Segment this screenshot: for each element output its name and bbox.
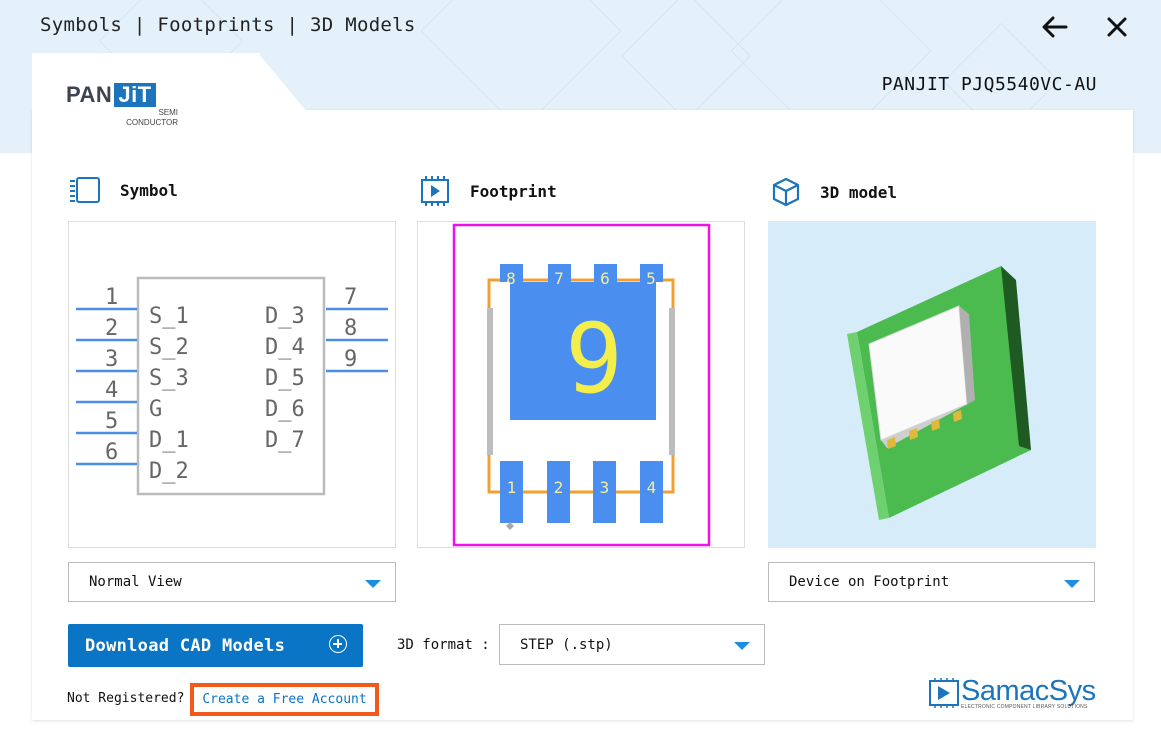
model-render <box>847 266 1031 520</box>
model-heading: 3D model <box>770 176 897 208</box>
footprint-pad-number: 5 <box>646 269 656 288</box>
footprint-pad-number: 7 <box>554 269 564 288</box>
chip-icon <box>70 177 100 203</box>
symbol-pin-number: 9 <box>344 347 357 372</box>
page-title: Symbols | Footprints | 3D Models <box>40 14 416 36</box>
symbol-pin-label: D_3 <box>265 304 305 329</box>
footprint-pad-number: 3 <box>600 478 610 497</box>
brand-tab-slope <box>258 53 308 113</box>
footprint-icon <box>421 176 449 206</box>
footprint-heading-label: Footprint <box>470 181 557 201</box>
symbol-pin-number: 7 <box>344 285 357 310</box>
create-account-label: Create a Free Account <box>202 692 367 707</box>
symbol-view-select[interactable]: Normal View <box>68 562 396 602</box>
samacsys-icon <box>929 678 959 708</box>
center-pad-label: 9 <box>565 303 623 415</box>
silkscreen-left <box>487 308 493 455</box>
chevron-down-icon <box>1064 580 1080 588</box>
model-view-select[interactable]: Device on Footprint <box>768 562 1095 602</box>
symbol-pin-number: 1 <box>105 285 118 310</box>
model-heading-label: 3D model <box>820 182 898 202</box>
part-name: PANJIT PJQ5540VC-AU <box>881 74 1097 95</box>
symbol-preview: 1 2 3 4 5 6 S_1 S_2 S_3 G D_1 D_2 7 8 9 D_3 D_4 D_5 D_6 D_… <box>68 221 396 548</box>
logo-subtitle-2: CONDUCTOR <box>126 118 178 127</box>
silkscreen-right <box>669 308 675 455</box>
close-button[interactable] <box>1100 10 1134 44</box>
logo-text-main: PAN <box>66 82 113 107</box>
logo-subtitle-1: SEMI <box>158 108 178 117</box>
symbol-pin-number: 2 <box>105 316 118 341</box>
create-account-link[interactable]: Create a Free Account <box>190 683 379 716</box>
symbol-pin-label: D_2 <box>149 459 189 484</box>
samacsys-logo: SamacSys ELECTRONIC COMPONENT LIBRARY SO… <box>929 676 1096 710</box>
download-label: Download CAD Models <box>85 635 286 656</box>
chevron-down-icon <box>734 642 750 650</box>
symbol-pin-label: S_1 <box>149 304 189 329</box>
footprint-pad-number: 1 <box>507 478 517 497</box>
symbol-pin-label: D_7 <box>265 428 305 453</box>
footprint-pad-number: 6 <box>600 269 610 288</box>
footprint-pad-number: 8 <box>506 269 516 288</box>
footprint-preview: 9 8 7 6 5 1 2 3 4 <box>417 221 745 548</box>
cube-icon <box>772 177 800 207</box>
symbol-pin-number: 3 <box>105 347 118 372</box>
format-value: STEP (.stp) <box>520 636 613 653</box>
footprint-heading: Footprint <box>418 176 557 206</box>
pin1-marker <box>506 522 514 530</box>
arrow-left-icon <box>1042 16 1068 38</box>
symbol-pin-label: D_1 <box>149 428 189 453</box>
download-cad-button[interactable]: Download CAD Models <box>68 624 363 667</box>
symbol-heading: Symbol <box>68 176 178 204</box>
footprint-drawing: 9 8 7 6 5 1 2 3 4 <box>452 223 711 547</box>
symbol-view-value: Normal View <box>89 574 182 590</box>
footprint-pad-number: 2 <box>554 478 564 497</box>
format-label: 3D format : <box>397 637 490 653</box>
symbol-pin-label: D_5 <box>265 366 305 391</box>
model-view-value: Device on Footprint <box>789 574 950 590</box>
logo-text-highlight: JiT <box>114 83 156 107</box>
symbol-pin-label: D_4 <box>265 335 305 360</box>
symbol-pin-label: S_3 <box>149 366 189 391</box>
not-registered-text: Not Registered? <box>67 691 185 706</box>
symbol-pin-label: S_2 <box>149 335 189 360</box>
schematic-symbol: 1 2 3 4 5 6 S_1 S_2 S_3 G D_1 D_2 7 8 9 D_3 D_4 D_5 D_6 D_… <box>76 276 388 496</box>
close-icon <box>1107 17 1127 37</box>
format-select[interactable]: STEP (.stp) <box>499 624 765 665</box>
symbol-pin-number: 5 <box>105 409 118 434</box>
symbol-pin-number: 6 <box>105 440 118 465</box>
symbol-pin-number: 4 <box>105 378 118 403</box>
plus-circle-icon <box>329 635 347 653</box>
samacsys-tagline: ELECTRONIC COMPONENT LIBRARY SOLUTIONS <box>961 704 1088 710</box>
back-button[interactable] <box>1038 10 1072 44</box>
manufacturer-logo: PAN JiT SEMI CONDUCTOR <box>66 82 178 128</box>
symbol-pin-label: G <box>149 397 162 422</box>
footprint-pad-number: 4 <box>647 478 657 497</box>
symbol-heading-label: Symbol <box>120 180 178 200</box>
samacsys-name: SamacSys <box>961 675 1096 707</box>
symbol-pin-number: 8 <box>344 316 357 341</box>
background-decoration <box>620 0 752 122</box>
chevron-down-icon <box>365 580 381 588</box>
model-preview <box>768 221 1096 548</box>
symbol-pin-label: D_6 <box>265 397 305 422</box>
